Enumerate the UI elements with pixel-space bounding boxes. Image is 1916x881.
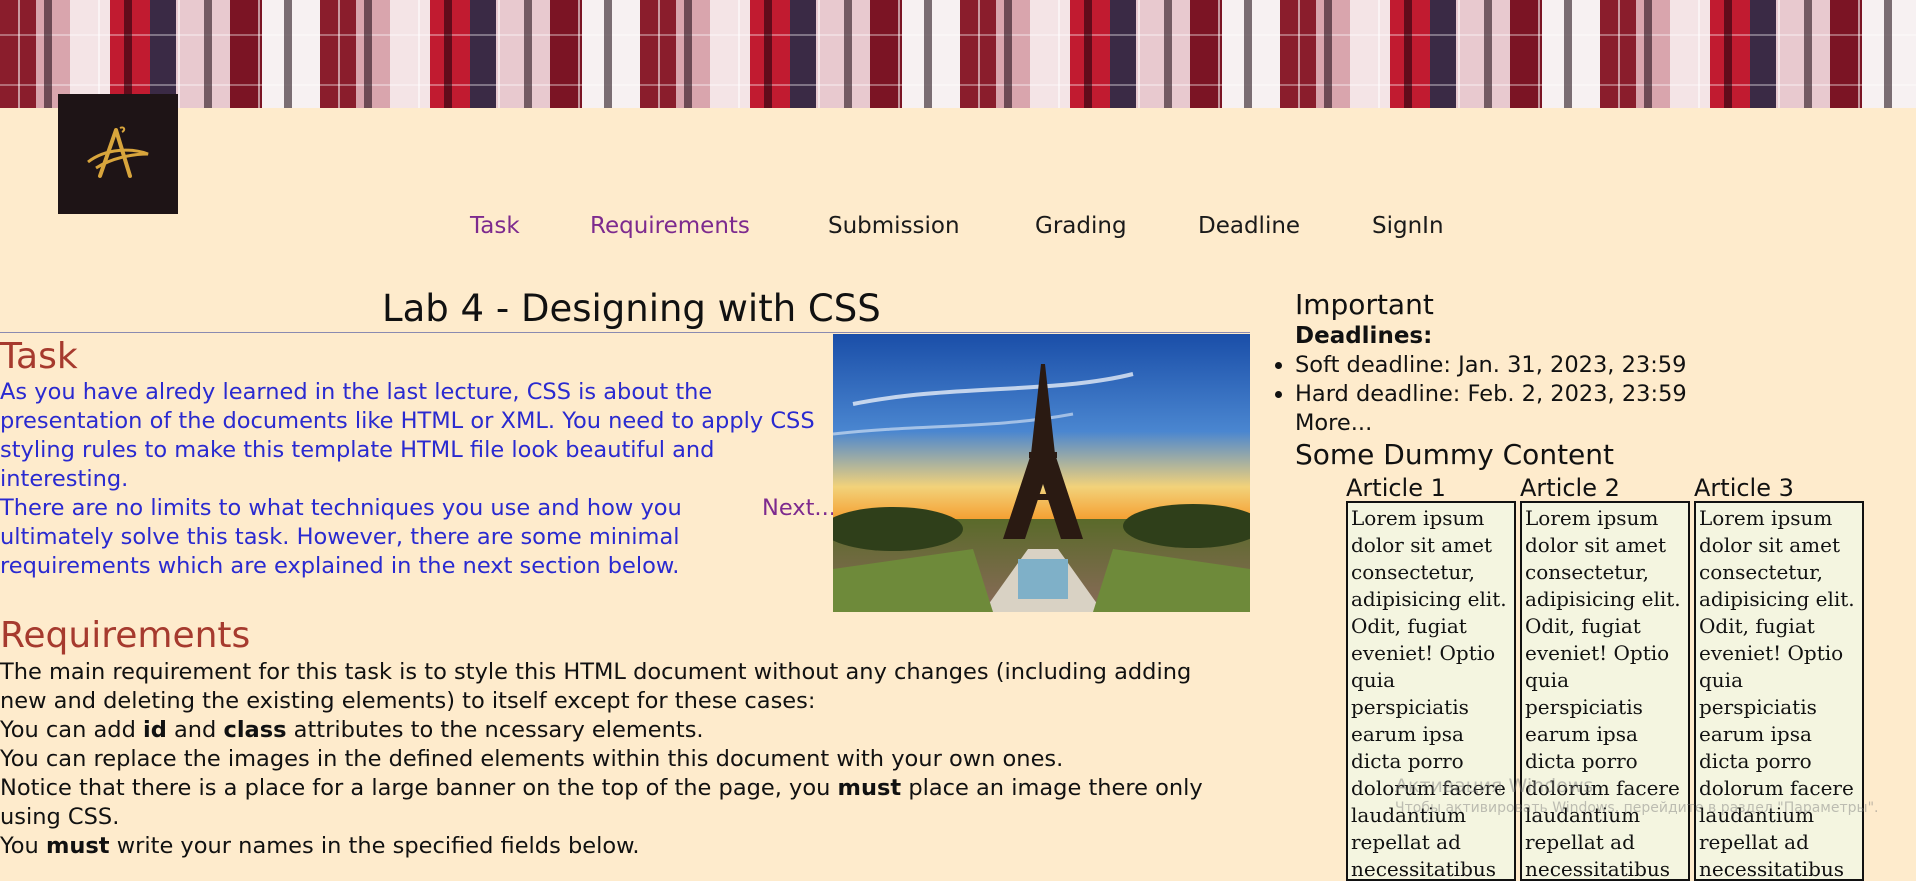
nav-link-task[interactable]: Task [470,213,520,239]
article-2-title: Article 2 [1520,474,1620,502]
task-text: As you have alredy learned in the last l… [0,378,830,581]
article-1-title: Article 1 [1346,474,1446,502]
requirements-line-1: The main requirement for this task is to… [0,659,1192,714]
article-1-body: Lorem ipsum dolor sit amet consectetur, … [1346,501,1516,881]
article-3-body: Lorem ipsum dolor sit amet consectetur, … [1694,501,1864,881]
deadlines-label: Deadlines: [1295,323,1433,349]
requirements-line-5: You must write your names in the specifi… [0,833,640,859]
requirements-line-3: You can replace the images in the define… [0,746,1064,772]
requirements-line-2: You can add id and class attributes to t… [0,717,704,743]
requirements-line-4: Notice that there is a place for a large… [0,775,1203,830]
letter-a-logo-icon [87,126,149,178]
page-title: Lab 4 - Designing with CSS [382,287,881,330]
deadline-item-soft: Soft deadline: Jan. 31, 2023, 23:59 [1295,351,1687,380]
article-2-body: Lorem ipsum dolor sit amet consectetur, … [1520,501,1690,881]
requirements-text: The main requirement for this task is to… [0,658,1230,861]
deadline-item-hard: Hard deadline: Feb. 2, 2023, 23:59 [1295,380,1687,409]
nav-link-signin[interactable]: SignIn [1372,213,1444,239]
dummy-content-heading: Some Dummy Content [1295,438,1614,471]
article-3-title: Article 3 [1694,474,1794,502]
windows-activation-watermark-text: Чтобы активировать Windows, перейдите в … [1395,800,1879,816]
windows-activation-watermark-title: Активация Windows [1395,775,1594,797]
important-heading: Important [1295,288,1434,321]
more-link[interactable]: More... [1295,410,1372,436]
task-paragraph-2: There are no limits to what techniques y… [0,495,682,579]
site-logo[interactable] [58,94,178,214]
nav-link-submission[interactable]: Submission [828,213,960,239]
header-banner [0,0,1916,108]
eiffel-tower-image [833,334,1250,612]
task-paragraph-1: As you have alredy learned in the last l… [0,379,815,492]
deadlines-list: Soft deadline: Jan. 31, 2023, 23:59 Hard… [1273,351,1687,409]
nav-link-requirements[interactable]: Requirements [590,213,750,239]
next-link[interactable]: Next... [762,495,836,521]
title-divider [0,332,1250,333]
nav-link-grading[interactable]: Grading [1035,213,1127,239]
requirements-heading: Requirements [0,615,251,656]
nav-link-deadline[interactable]: Deadline [1198,213,1300,239]
task-heading: Task [0,336,78,377]
